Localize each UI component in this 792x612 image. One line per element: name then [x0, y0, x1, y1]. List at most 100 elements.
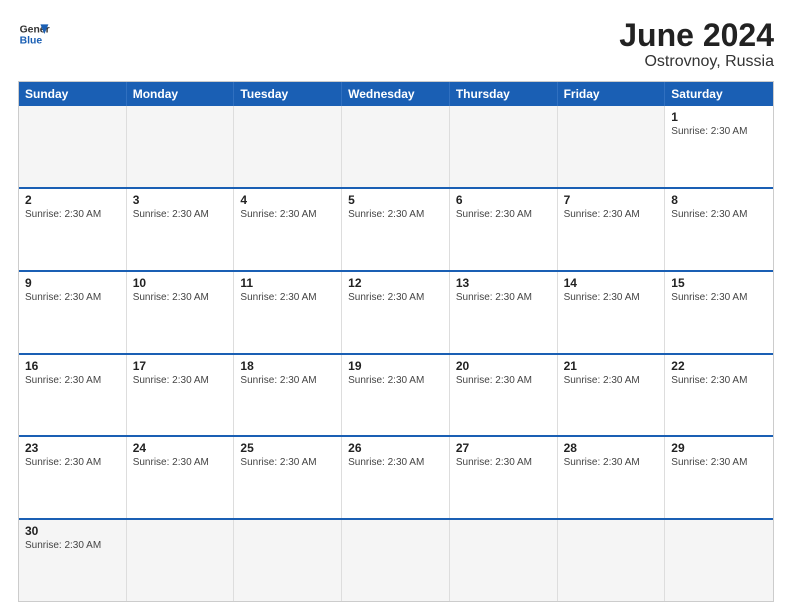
day-info: Sunrise: 2:30 AM: [456, 209, 551, 220]
day-info: Sunrise: 2:30 AM: [25, 375, 120, 386]
day-info: Sunrise: 2:30 AM: [25, 540, 120, 551]
title-block: June 2024 Ostrovnoy, Russia: [619, 18, 774, 71]
day-info: Sunrise: 2:30 AM: [456, 375, 551, 386]
day-info: Sunrise: 2:30 AM: [133, 457, 228, 468]
table-row: 7Sunrise: 2:30 AM: [558, 189, 666, 270]
day-number: 11: [240, 276, 335, 290]
day-info: Sunrise: 2:30 AM: [456, 292, 551, 303]
calendar-row-5: 30Sunrise: 2:30 AM: [19, 518, 773, 601]
day-info: Sunrise: 2:30 AM: [564, 209, 659, 220]
table-row: [665, 520, 773, 601]
table-row: 5 Sunrise: 2:30 AM: [342, 189, 450, 270]
day-number: 2: [25, 193, 120, 207]
day-number: 27: [456, 441, 551, 455]
table-row: [558, 106, 666, 187]
table-row: 11 Sunrise: 2:30 AM: [234, 272, 342, 353]
day-info: Sunrise: 2:30 AM: [456, 457, 551, 468]
day-number: 15: [671, 276, 767, 290]
calendar-title: June 2024: [619, 18, 774, 53]
header-cell-thursday: Thursday: [450, 82, 558, 106]
table-row: [342, 106, 450, 187]
table-row: [19, 106, 127, 187]
table-row: 26 Sunrise: 2:30 AM: [342, 437, 450, 518]
table-row: [450, 520, 558, 601]
day-number: 29: [671, 441, 767, 455]
calendar-row-4: 23Sunrise: 2:30 AM24Sunrise: 2:30 AM25Su…: [19, 435, 773, 518]
calendar-row-3: 16 Sunrise: 2:30 AM 17 Sunrise: 2:30 AM 18 Su…: [19, 353, 773, 436]
day-number: 13: [456, 276, 551, 290]
calendar-row-0: 1Sunrise: 2:30 AM: [19, 106, 773, 187]
day-number: 4: [240, 193, 335, 207]
day-info: Sunrise: 2:30 AM: [564, 457, 659, 468]
day-info: Sunrise: 2:30 AM: [240, 375, 335, 386]
day-info: Sunrise: 2:30 AM: [671, 209, 767, 220]
day-info: Sunrise: 2:30 AM: [240, 457, 335, 468]
table-row: [450, 106, 558, 187]
calendar-row-2: 9Sunrise: 2:30 AM10Sunrise: 2:30 AM11Sun…: [19, 270, 773, 353]
header-cell-wednesday: Wednesday: [342, 82, 450, 106]
table-row: 8 Sunrise: 2:30 AM: [665, 189, 773, 270]
table-row: 24 Sunrise: 2:30 AM: [127, 437, 235, 518]
table-row: 19Sunrise: 2:30 AM: [342, 355, 450, 436]
table-row: 21 Sunrise: 2:30 AM: [558, 355, 666, 436]
day-info: Sunrise: 2:30 AM: [564, 292, 659, 303]
calendar-header: SundayMondayTuesdayWednesdayThursdayFrid…: [19, 82, 773, 106]
header-cell-friday: Friday: [558, 82, 666, 106]
day-number: 18: [240, 359, 335, 373]
table-row: 27 Sunrise: 2:30 AM: [450, 437, 558, 518]
day-number: 24: [133, 441, 228, 455]
day-info: Sunrise: 2:30 AM: [25, 209, 120, 220]
day-info: Sunrise: 2:30 AM: [348, 209, 443, 220]
day-number: 26: [348, 441, 443, 455]
day-number: 10: [133, 276, 228, 290]
calendar-row-1: 2Sunrise: 2:30 AM3Sunrise: 2:30 AM4Sunri…: [19, 187, 773, 270]
table-row: 13 Sunrise: 2:30 AM: [450, 272, 558, 353]
calendar-body: 1Sunrise: 2:30 AM2Sunrise: 2:30 AM3Sunri…: [19, 106, 773, 601]
day-number: 21: [564, 359, 659, 373]
logo: General Blue: [18, 18, 50, 50]
table-row: [127, 106, 235, 187]
day-info: Sunrise: 2:30 AM: [348, 457, 443, 468]
calendar-page: General Blue June 2024 Ostrovnoy, Russia…: [0, 0, 792, 612]
day-number: 8: [671, 193, 767, 207]
header-cell-saturday: Saturday: [665, 82, 773, 106]
table-row: 17 Sunrise: 2:30 AM: [127, 355, 235, 436]
day-number: 23: [25, 441, 120, 455]
day-info: Sunrise: 2:30 AM: [133, 209, 228, 220]
table-row: 10Sunrise: 2:30 AM: [127, 272, 235, 353]
table-row: [127, 520, 235, 601]
table-row: [558, 520, 666, 601]
table-row: [234, 520, 342, 601]
day-info: Sunrise: 2:30 AM: [25, 292, 120, 303]
table-row: 30Sunrise: 2:30 AM: [19, 520, 127, 601]
day-info: Sunrise: 2:30 AM: [348, 375, 443, 386]
day-info: Sunrise: 2:30 AM: [133, 375, 228, 386]
table-row: [234, 106, 342, 187]
table-row: 16 Sunrise: 2:30 AM: [19, 355, 127, 436]
table-row: 6Sunrise: 2:30 AM: [450, 189, 558, 270]
day-number: 5: [348, 193, 443, 207]
day-info: Sunrise: 2:30 AM: [240, 209, 335, 220]
header-cell-monday: Monday: [127, 82, 235, 106]
table-row: 18 Sunrise: 2:30 AM: [234, 355, 342, 436]
table-row: 14Sunrise: 2:30 AM: [558, 272, 666, 353]
day-number: 12: [348, 276, 443, 290]
day-number: 17: [133, 359, 228, 373]
day-number: 16: [25, 359, 120, 373]
table-row: 9Sunrise: 2:30 AM: [19, 272, 127, 353]
logo-icon: General Blue: [18, 18, 50, 50]
day-info: Sunrise: 2:30 AM: [240, 292, 335, 303]
table-row: 20Sunrise: 2:30 AM: [450, 355, 558, 436]
calendar-subtitle: Ostrovnoy, Russia: [619, 53, 774, 71]
header-cell-sunday: Sunday: [19, 82, 127, 106]
day-info: Sunrise: 2:30 AM: [671, 457, 767, 468]
day-info: Sunrise: 2:30 AM: [671, 375, 767, 386]
day-number: 22: [671, 359, 767, 373]
table-row: 1Sunrise: 2:30 AM: [665, 106, 773, 187]
table-row: 15Sunrise: 2:30 AM: [665, 272, 773, 353]
header: General Blue June 2024 Ostrovnoy, Russia: [18, 18, 774, 71]
table-row: 2 Sunrise: 2:30 AM: [19, 189, 127, 270]
header-cell-tuesday: Tuesday: [234, 82, 342, 106]
day-info: Sunrise: 2:30 AM: [564, 375, 659, 386]
table-row: 25Sunrise: 2:30 AM: [234, 437, 342, 518]
